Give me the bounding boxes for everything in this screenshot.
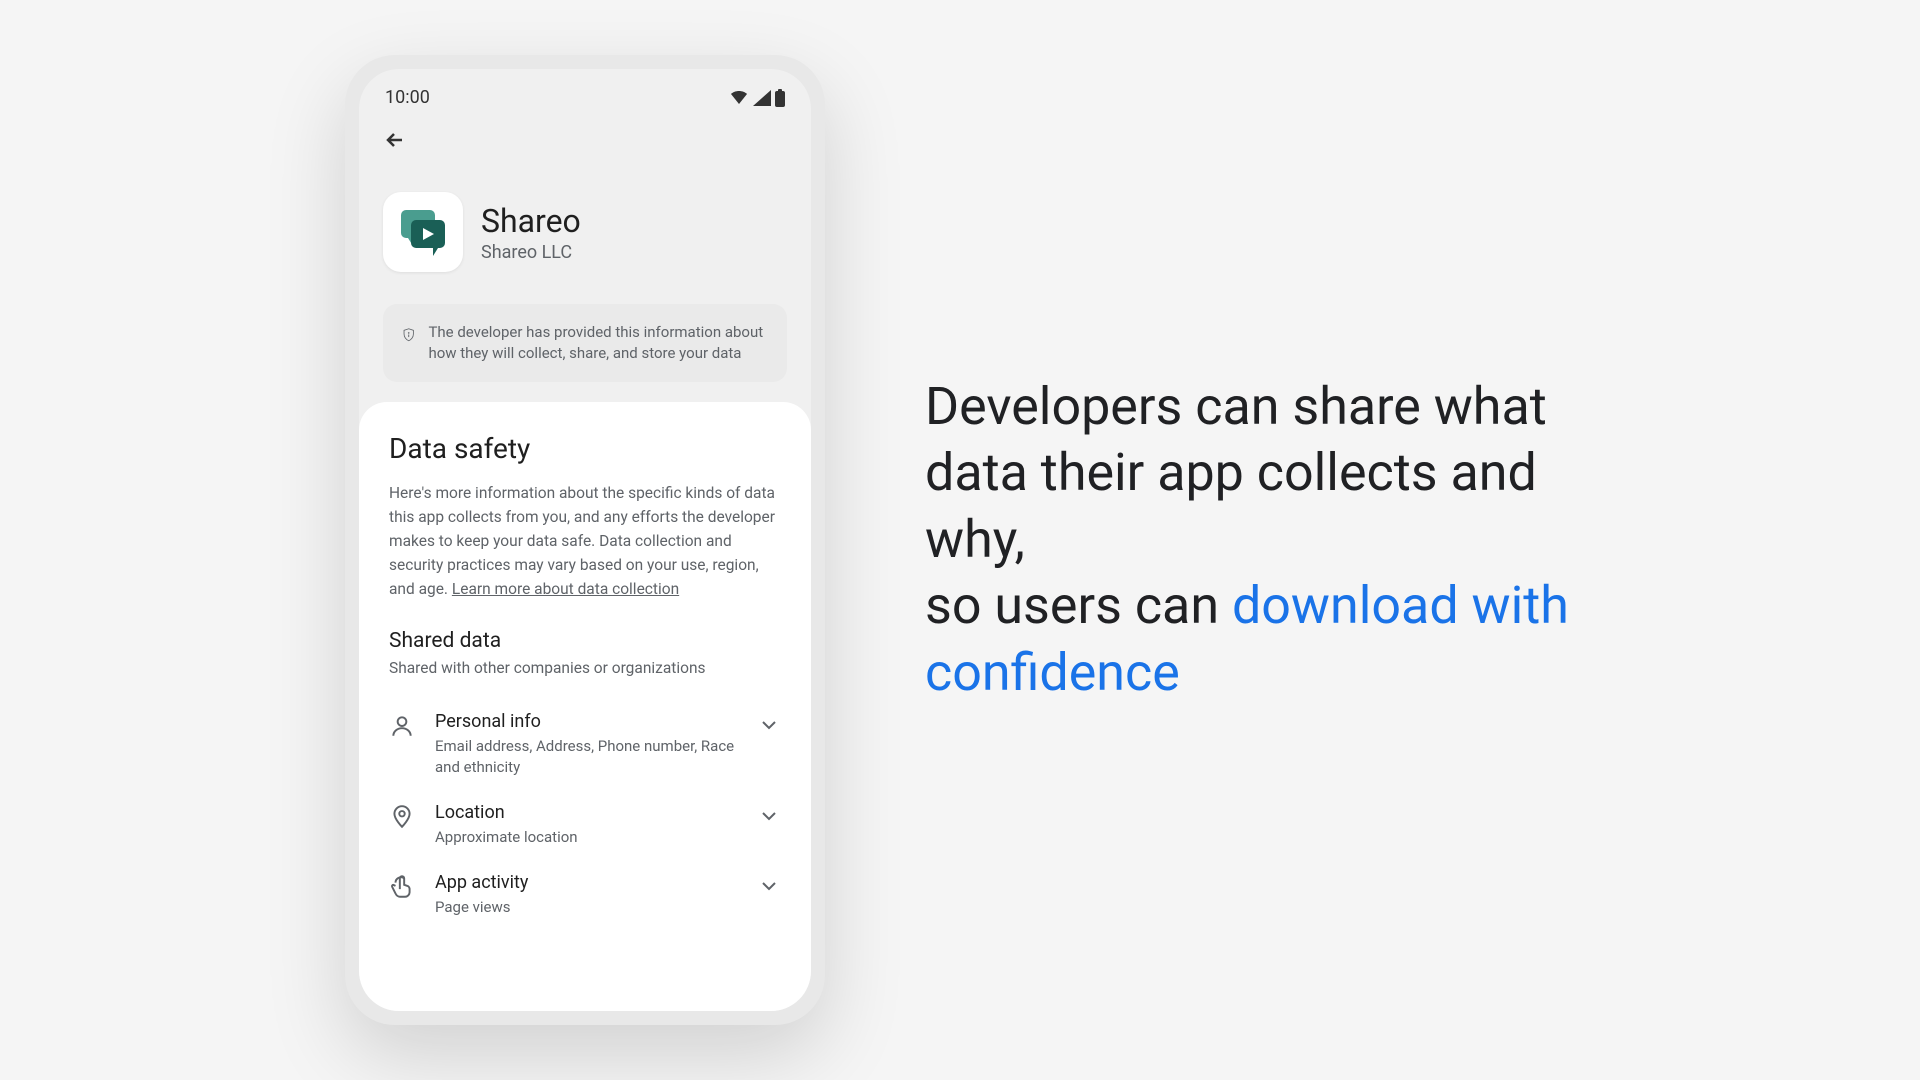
- data-item-title: Location: [435, 802, 737, 823]
- marketing-line1: Developers can share what data their app…: [925, 376, 1547, 570]
- status-bar: 10:00: [359, 69, 811, 114]
- marketing-text: Developers can share what data their app…: [925, 374, 1575, 707]
- data-item-desc: Email address, Address, Phone number, Ra…: [435, 736, 737, 778]
- data-safety-description: Here's more information about the specif…: [389, 481, 781, 601]
- signal-icon: [753, 90, 771, 106]
- marketing-line2-prefix: so users can: [925, 575, 1232, 636]
- chevron-down-icon: [757, 874, 781, 898]
- shield-info-icon: [403, 322, 414, 348]
- shared-data-subtitle: Shared with other companies or organizat…: [389, 659, 781, 677]
- data-item-title: Personal info: [435, 711, 737, 732]
- app-title: Shareo: [481, 202, 581, 240]
- phone-frame: 10:00 Shareo: [345, 55, 825, 1025]
- touch-icon: [389, 874, 415, 900]
- status-time: 10:00: [385, 87, 430, 108]
- app-header: Shareo Shareo LLC: [359, 162, 811, 292]
- data-item-desc: Approximate location: [435, 827, 737, 848]
- shared-data-title: Shared data: [389, 629, 781, 653]
- phone-screen: 10:00 Shareo: [359, 69, 811, 1011]
- developer-info-box: The developer has provided this informat…: [383, 304, 787, 382]
- data-item-app-activity[interactable]: App activity Page views: [389, 860, 781, 930]
- status-icons: [729, 89, 785, 107]
- arrow-left-icon: [383, 128, 407, 152]
- data-item-personal-info[interactable]: Personal info Email address, Address, Ph…: [389, 699, 781, 790]
- battery-icon: [775, 89, 785, 107]
- data-item-location[interactable]: Location Approximate location: [389, 790, 781, 860]
- chevron-down-icon: [757, 804, 781, 828]
- data-item-title: App activity: [435, 872, 737, 893]
- wifi-icon: [729, 90, 749, 106]
- nav-bar: [359, 114, 811, 162]
- location-icon: [389, 804, 415, 830]
- content-card: Data safety Here's more information abou…: [359, 402, 811, 1011]
- back-button[interactable]: [379, 124, 411, 156]
- person-icon: [389, 713, 415, 739]
- data-safety-title: Data safety: [389, 432, 781, 465]
- app-titles: Shareo Shareo LLC: [481, 202, 581, 263]
- app-icon: [383, 192, 463, 272]
- learn-more-link[interactable]: Learn more about data collection: [452, 580, 679, 598]
- chevron-down-icon: [757, 713, 781, 737]
- data-item-desc: Page views: [435, 897, 737, 918]
- developer-info-text: The developer has provided this informat…: [428, 322, 767, 364]
- app-publisher: Shareo LLC: [481, 242, 581, 263]
